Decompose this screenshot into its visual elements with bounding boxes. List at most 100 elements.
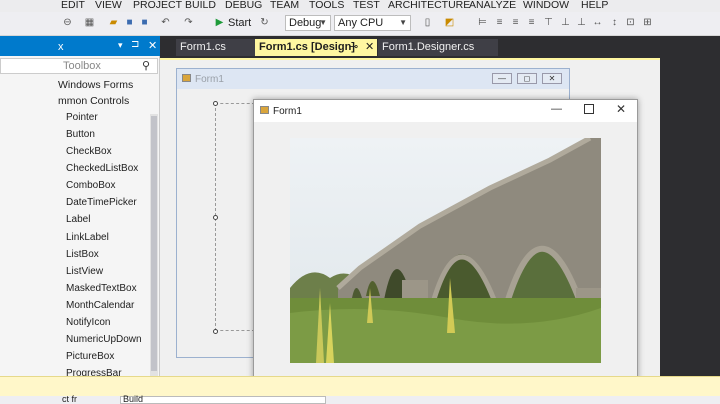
- menu-team[interactable]: TEAM: [270, 0, 299, 11]
- resize-handle[interactable]: [213, 329, 218, 334]
- tab-label: Form1.cs [Design]: [259, 41, 355, 53]
- toolbox-item-notifyicon[interactable]: NotifyIcon: [66, 317, 110, 328]
- align-justify-icon[interactable]: ≡: [526, 17, 537, 28]
- tab-label: Form1.Designer.cs: [382, 41, 475, 53]
- resize-handle[interactable]: [213, 215, 218, 220]
- menu-view[interactable]: VIEW: [95, 0, 122, 11]
- toolbox-item-label[interactable]: Label: [66, 214, 90, 225]
- toolbox-item-monthcalendar[interactable]: MonthCalendar: [66, 300, 134, 311]
- maximize-icon[interactable]: ◻: [517, 73, 537, 84]
- pin-icon[interactable]: ⊸: [349, 39, 358, 56]
- toolbox-group-all[interactable]: Windows Forms: [58, 79, 133, 91]
- toolbox-title: x: [58, 41, 64, 53]
- menu-help[interactable]: HELP: [581, 0, 608, 11]
- dropdown-icon[interactable]: ▾: [118, 40, 123, 51]
- designer-picturebox[interactable]: [215, 103, 255, 331]
- toolbox-item-datetimepicker[interactable]: DateTimePicker: [66, 197, 137, 208]
- bridge-photo: [290, 138, 601, 363]
- resize-handle[interactable]: [213, 101, 218, 106]
- output-source-label: ct fr: [62, 394, 77, 404]
- toolbox-item-pointer[interactable]: Pointer: [66, 112, 98, 123]
- align-bottom-icon[interactable]: ⊥: [576, 17, 587, 28]
- toolbox-item-numericupdown[interactable]: NumericUpDown: [66, 334, 142, 345]
- size-both-icon[interactable]: ⊡: [625, 17, 636, 28]
- menu-edit[interactable]: EDIT: [61, 0, 85, 11]
- toolbox-search-placeholder: Toolbox: [63, 60, 101, 72]
- pin-icon[interactable]: ⊐: [131, 39, 139, 50]
- toolbox-item-picturebox[interactable]: PictureBox: [66, 351, 114, 362]
- output-source-value: Build: [123, 394, 144, 404]
- navigate-back-icon[interactable]: ⊖: [62, 17, 73, 28]
- minimize-icon[interactable]: —: [492, 73, 512, 84]
- chevron-down-icon: ▼: [319, 18, 327, 27]
- document-icon[interactable]: ▯: [422, 17, 433, 28]
- size-height-icon[interactable]: ↕: [609, 17, 620, 28]
- menu-test[interactable]: TEST: [353, 0, 380, 11]
- running-form-title: Form1: [273, 106, 302, 117]
- picturebox-image: [290, 138, 601, 363]
- platform-select[interactable]: Any CPU ▼: [334, 15, 411, 31]
- open-folder-icon[interactable]: ▰: [108, 17, 119, 28]
- redo-icon[interactable]: ↷: [183, 17, 194, 28]
- save-icon[interactable]: ■: [124, 17, 135, 28]
- maximize-icon[interactable]: [584, 104, 594, 114]
- close-icon[interactable]: ✕: [542, 73, 562, 84]
- toolbox-item-listview[interactable]: ListView: [66, 266, 103, 277]
- toolbox-panel: x ▾ ⊐ ✕ Toolbox ⚲ Windows Forms mmon Con…: [0, 36, 160, 380]
- save-all-icon[interactable]: ■: [139, 17, 150, 28]
- menu-project[interactable]: PROJECT: [133, 0, 182, 11]
- toolbar: ⊖ ▦ ▰ ■ ■ ↶ ↷ ▶ Start ↻ Debug ▼ Any CPU …: [0, 12, 720, 36]
- toolbox-scrollbar-thumb[interactable]: [151, 116, 157, 371]
- toolbox-group-common[interactable]: mmon Controls: [58, 95, 129, 107]
- chevron-down-icon: ▼: [399, 18, 407, 27]
- align-top-icon[interactable]: ⊤: [543, 17, 554, 28]
- toolbox-search-input[interactable]: Toolbox ⚲: [0, 58, 158, 74]
- designer-form-title: Form1: [195, 74, 224, 85]
- toolbox-item-listbox[interactable]: ListBox: [66, 249, 99, 260]
- form-icon: [260, 106, 269, 114]
- tab-form1-cs[interactable]: Form1.cs: [176, 39, 256, 56]
- search-icon[interactable]: ⚲: [142, 59, 150, 73]
- toolbox-item-maskedtextbox[interactable]: MaskedTextBox: [66, 283, 137, 294]
- toolbox-item-combobox[interactable]: ComboBox: [66, 180, 115, 191]
- tab-label: Form1.cs: [180, 41, 226, 53]
- menu-architecture[interactable]: ARCHITECTURE: [388, 0, 470, 11]
- tab-form1-designer-cs[interactable]: Form1.Designer.cs: [378, 39, 498, 56]
- toolbox-item-checkedlistbox[interactable]: CheckedListBox: [66, 163, 138, 174]
- menu-window[interactable]: WINDOW: [523, 0, 569, 11]
- designer-form-titlebar: Form1 — ◻ ✕: [177, 69, 569, 89]
- menu-analyze[interactable]: ANALYZE: [469, 0, 516, 11]
- output-source-select[interactable]: Build: [120, 394, 326, 404]
- attach-icon[interactable]: ↻: [259, 17, 270, 28]
- menu-build[interactable]: BUILD: [185, 0, 216, 11]
- right-panel-strip: [660, 36, 720, 380]
- close-icon[interactable]: ✕: [148, 39, 157, 52]
- start-button[interactable]: Start: [228, 17, 251, 29]
- align-right-icon[interactable]: ≡: [510, 17, 521, 28]
- find-icon[interactable]: ◩: [444, 17, 455, 28]
- menu-debug[interactable]: DEBUG: [225, 0, 262, 11]
- align-left-icon[interactable]: ⊨: [477, 17, 488, 28]
- menu-tools[interactable]: TOOLS: [309, 0, 344, 11]
- form-icon: [182, 74, 191, 82]
- config-value: Debug: [289, 17, 322, 29]
- toolbox-item-checkbox[interactable]: CheckBox: [66, 146, 112, 157]
- toolbox-item-linklabel[interactable]: LinkLabel: [66, 232, 109, 243]
- menu-bar: EDIT VIEW PROJECT BUILD DEBUG TEAM TOOLS…: [0, 0, 720, 12]
- close-icon[interactable]: ✕: [616, 102, 626, 116]
- grid-icon[interactable]: ⊞: [642, 17, 653, 28]
- undo-icon[interactable]: ↶: [160, 17, 171, 28]
- config-select[interactable]: Debug ▼: [285, 15, 331, 31]
- tab-form1-design[interactable]: Form1.cs [Design] ⊸ ✕: [255, 39, 377, 56]
- size-width-icon[interactable]: ↔: [592, 17, 603, 28]
- minimize-icon[interactable]: —: [551, 103, 562, 115]
- new-project-icon[interactable]: ▦: [84, 17, 95, 28]
- bottom-toolbar: ct fr Build: [0, 394, 720, 404]
- align-center-icon[interactable]: ≡: [494, 17, 505, 28]
- document-tabs: Form1.cs Form1.cs [Design] ⊸ ✕ Form1.Des…: [160, 36, 720, 58]
- output-panel-bar: [0, 376, 720, 396]
- start-icon[interactable]: ▶: [214, 17, 225, 28]
- close-icon[interactable]: ✕: [365, 39, 374, 56]
- align-middle-icon[interactable]: ⊥: [560, 17, 571, 28]
- toolbox-item-button[interactable]: Button: [66, 129, 95, 140]
